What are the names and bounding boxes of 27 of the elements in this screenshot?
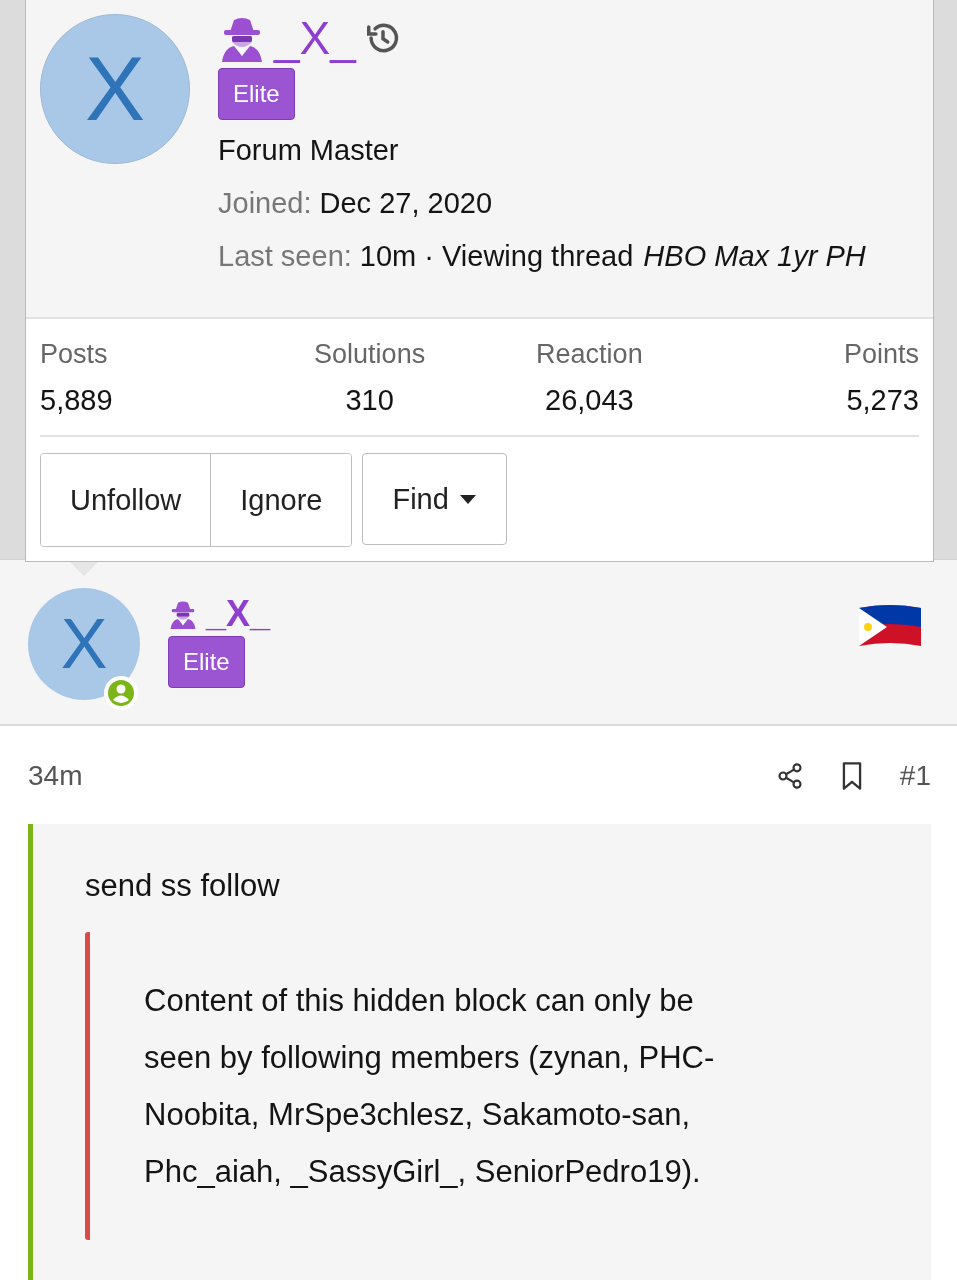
stat-label: Points [842, 339, 919, 370]
button[interactable]: Ignore [210, 454, 352, 546]
joined-date: Dec 27, 2020 [319, 187, 493, 220]
stat-value: 26,043 [544, 384, 635, 417]
last-seen-activity: 10m · Viewing thread [359, 240, 634, 273]
post-number-link[interactable]: #1 [899, 760, 931, 792]
thread-link[interactable]: HBO Max 1yr PH [643, 240, 866, 273]
avatar: X [40, 14, 190, 164]
post-time[interactable]: 34m [28, 760, 83, 792]
hidden-block-text: Content of this hidden block can only be seen by following members (zynan, PHC-Noobita, MrSpe3chlesz, Sakamoto-san, Phc_aiah, _SassyGirl_, SeniorPedro19). [144, 982, 716, 1191]
spy-icon [168, 599, 198, 629]
stat-value: 310 [344, 384, 395, 417]
joined-label: Joined: [218, 187, 312, 220]
dropdown-button[interactable]: Find [362, 453, 507, 545]
caret-icon [458, 493, 477, 505]
stat-value: 5,273 [845, 384, 919, 417]
message-text: send ss follow [85, 868, 281, 904]
user-banner: Elite [218, 68, 295, 121]
stat-label: Solutions [313, 339, 427, 370]
stat-label: Reaction [535, 339, 644, 370]
last-seen-label: Last seen: [218, 240, 352, 273]
user-title: Forum Master [218, 134, 400, 168]
username-link[interactable]: _X_ [206, 596, 271, 632]
username-link[interactable]: _X_ [274, 15, 356, 61]
user-banner: Elite [168, 636, 245, 689]
stat-label: Posts [40, 339, 109, 370]
stat-value: 5,889 [40, 384, 114, 417]
